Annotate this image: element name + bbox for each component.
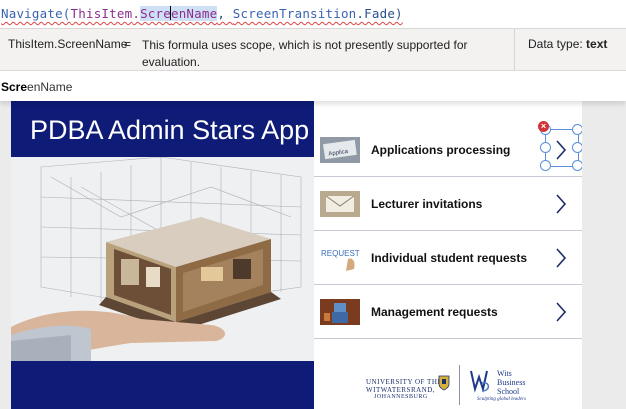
logo-divider	[459, 365, 460, 405]
formula-bar[interactable]: Navigate(ThisItem.ScreenName, ScreenTran…	[0, 0, 626, 29]
school-tagline: Sculpting global leaders	[477, 397, 526, 402]
resize-handle[interactable]	[572, 142, 582, 153]
item-label: Management requests	[371, 305, 498, 319]
hero-panel: PDBA Admin Stars App	[11, 101, 314, 409]
data-type-value: text	[586, 37, 608, 51]
formula-field-rest: enName	[170, 6, 218, 21]
formula-field-typed: Scre	[140, 6, 171, 21]
hero-footer-band	[11, 361, 314, 409]
gallery-item-student-requests[interactable]: REQUEST Individual student requests	[314, 231, 582, 285]
data-type-label: Data type:	[528, 37, 583, 51]
formula-input[interactable]: Navigate(ThisItem.ScreenName, ScreenTran…	[1, 6, 403, 21]
selection-frame[interactable]	[540, 124, 582, 171]
applications-icon: Applica	[320, 137, 360, 163]
item-label: Applications processing	[371, 143, 511, 157]
resize-handle[interactable]	[572, 124, 582, 135]
chevron-right-icon[interactable]	[554, 246, 568, 270]
school-name-line3: School	[497, 387, 520, 396]
app-screen: PDBA Admin Stars App Applica Application…	[11, 101, 582, 409]
school-name-line1: Wits	[497, 369, 512, 378]
item-label: Individual student requests	[371, 251, 528, 265]
autocomplete-item-screenname[interactable]: ScreenName	[1, 80, 72, 94]
resize-handle[interactable]	[572, 160, 582, 171]
formula-info-panel: ThisItem.ScreenName = This formula uses …	[0, 29, 626, 71]
robot-icon	[320, 299, 360, 325]
svg-text:REQUEST: REQUEST	[321, 249, 360, 258]
chevron-right-icon[interactable]	[554, 300, 568, 324]
formula-separator: ,	[217, 6, 233, 21]
autocomplete-list: ScreenName	[0, 71, 626, 101]
info-equals: =	[124, 37, 132, 51]
chevron-right-icon[interactable]	[554, 192, 568, 216]
university-name-line1: UNIVERSITY OF THE	[366, 378, 443, 386]
formula-enum-member: .Fade)	[356, 6, 403, 21]
info-message: This formula uses scope, which is not pr…	[142, 38, 468, 69]
app-title: PDBA Admin Stars App	[30, 115, 310, 145]
university-name-line3: JOHANNESBURG	[374, 394, 428, 400]
formula-function: Navigate(	[1, 6, 71, 21]
data-type: Data type: text	[528, 37, 607, 51]
footer-logos: UNIVERSITY OF THE WITWATERSRAND, JOHANNE…	[314, 355, 582, 409]
title-banner: PDBA Admin Stars App	[11, 101, 314, 157]
navigation-gallery: Applica Applications processing × Lectur…	[314, 101, 582, 409]
university-name-line2: WITWATERSRAND,	[366, 386, 436, 394]
resize-handle[interactable]	[540, 142, 551, 153]
request-icon: REQUEST	[320, 245, 360, 271]
university-crest-icon	[438, 375, 450, 391]
formula-scope: ThisItem	[70, 6, 133, 21]
school-name-line2: Business	[497, 378, 526, 387]
wbs-logo-icon	[470, 370, 490, 393]
gallery-item-applications[interactable]: Applica Applications processing ×	[314, 121, 582, 177]
error-close-icon[interactable]: ×	[538, 121, 549, 132]
gallery-item-lecturer[interactable]: Lecturer invitations	[314, 177, 582, 231]
formula-dot: .	[132, 6, 141, 21]
item-label: Lecturer invitations	[371, 197, 483, 211]
suggestion-rest: enName	[27, 80, 73, 94]
formula-enum: ScreenTransition	[232, 6, 357, 21]
info-expression: ThisItem.ScreenName	[8, 37, 128, 51]
resize-handle[interactable]	[540, 160, 551, 171]
suggestion-match: Scre	[1, 80, 28, 94]
envelope-icon	[320, 191, 360, 217]
info-divider	[514, 29, 515, 70]
house-in-hand-image	[11, 157, 314, 361]
gallery-item-management[interactable]: Management requests	[314, 285, 582, 339]
